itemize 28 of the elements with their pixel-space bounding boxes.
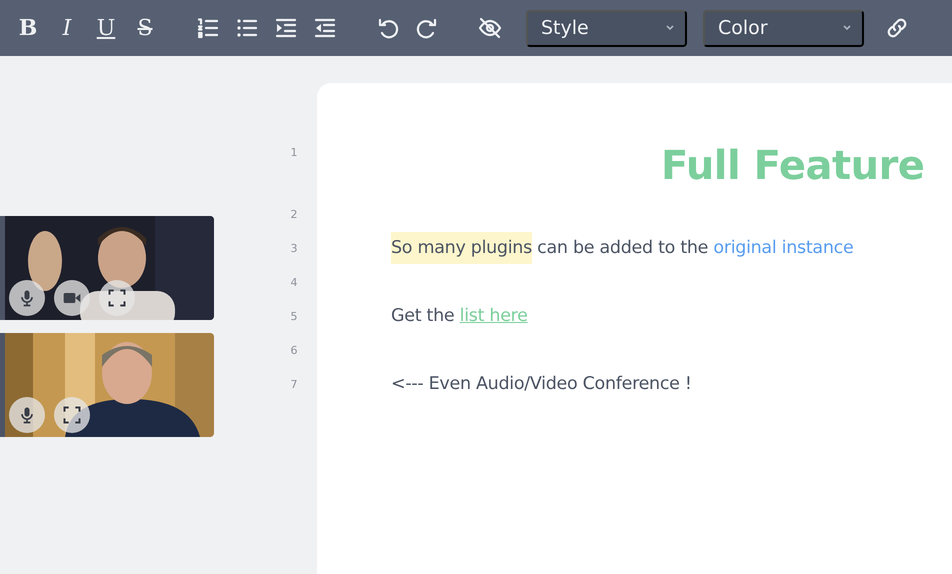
italic-button[interactable]: I (50, 11, 84, 45)
bold-button[interactable]: B (11, 11, 45, 45)
heading: Full Feature (661, 142, 924, 190)
line-number: 5 (290, 310, 298, 322)
link-icon (885, 16, 909, 40)
ordered-list-icon (196, 16, 220, 40)
fullscreen-icon (62, 405, 82, 425)
fullscreen-icon (107, 288, 127, 308)
dropdown[interactable]: Style (526, 10, 687, 46)
redo-icon (415, 16, 439, 40)
line-number: 7 (290, 378, 298, 390)
strikethrough-button[interactable]: S (128, 11, 162, 45)
line-number: 6 (290, 344, 298, 356)
line-number: 4 (290, 276, 298, 288)
undo-icon (376, 16, 400, 40)
outdent-icon (313, 16, 337, 40)
line-number: 2 (290, 208, 298, 220)
line-number: 3 (290, 242, 298, 254)
chevron-down-icon (842, 23, 852, 33)
dropdown[interactable]: Color (703, 10, 864, 46)
underline-button[interactable]: U (89, 11, 123, 45)
chevron-down-icon (665, 23, 675, 33)
line-number: 1 (290, 146, 298, 159)
indent-icon (274, 16, 298, 40)
paragraph: Get the list here (391, 305, 528, 328)
eye-slash-icon (478, 16, 502, 40)
paragraph: <--- Even Audio/Video Conference ! (391, 373, 692, 396)
paragraph: So many plugins can be added to the original instance (391, 232, 854, 264)
